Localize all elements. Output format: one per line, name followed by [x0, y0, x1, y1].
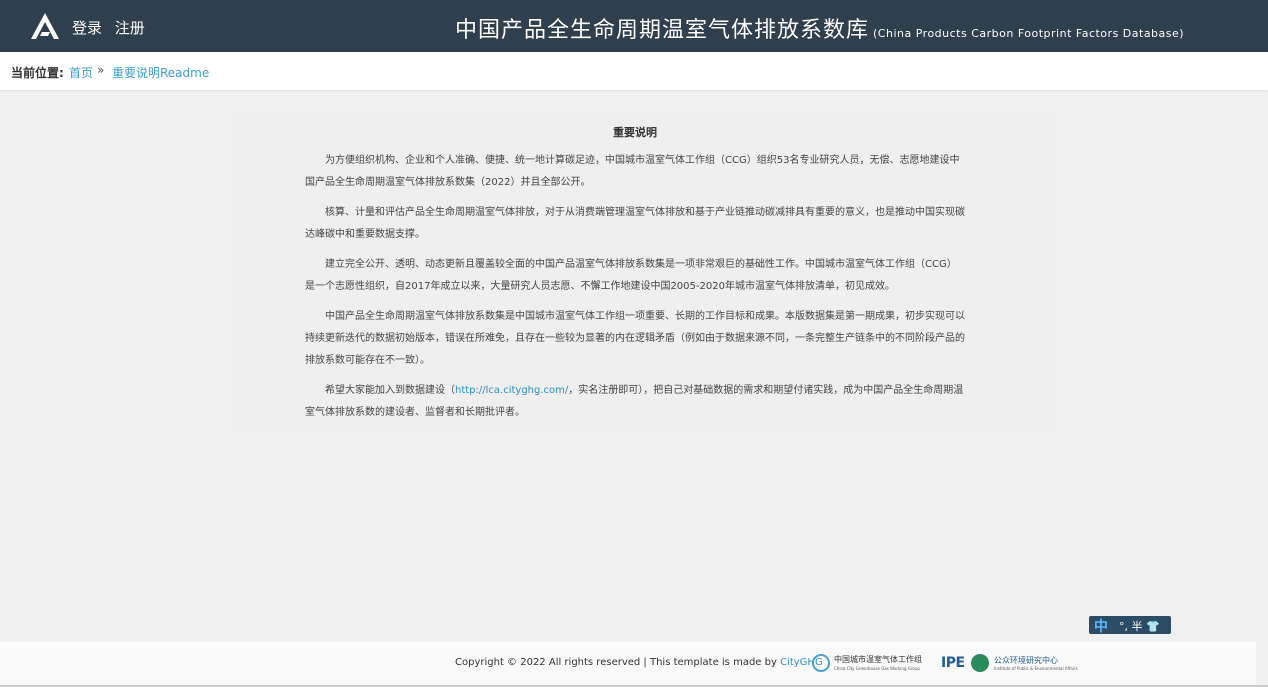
paragraph-1: 为方便组织机构、企业和个人准确、便捷、统一地计算碳足迹，中国城市温室气体工作组（…: [305, 155, 960, 188]
partner2-english-name: Institute of Public & Environmental Affa…: [994, 666, 1078, 671]
lca-link[interactable]: http://lca.cityghg.com/: [455, 385, 568, 396]
paragraph-2: 核算、计量和评估产品全生命周期温室气体排放，对于从消费端管理温室气体排放和基于产…: [305, 207, 965, 240]
top-header: 登录 注册 中国产品全生命周期温室气体排放系数库 (China Products …: [0, 0, 1268, 52]
site-title: 中国产品全生命周期温室气体排放系数库 (China Products Carbon…: [455, 12, 1184, 44]
ime-toolbar[interactable]: 中 °, 半 👕: [1089, 616, 1171, 636]
login-link[interactable]: 登录: [72, 19, 102, 37]
paragraph-3: 建立完全公开、透明、动态更新且覆盖较全面的中国产品温室气体排放系数集是一项非常艰…: [305, 259, 957, 292]
footer: Copyright © 2022 All rights reserved | T…: [0, 642, 1256, 687]
ipe-leaf-icon: [971, 654, 989, 672]
ccg-logo-icon[interactable]: [30, 12, 60, 40]
partner1-name: 中国城市温室气体工作组: [834, 655, 922, 664]
breadcrumb-home-link[interactable]: 首页: [69, 64, 93, 81]
auth-links: 登录 注册: [72, 17, 153, 38]
ime-options[interactable]: °, 半 👕: [1119, 618, 1160, 634]
copyright-label: Copyright © 2022 All rights reserved | T…: [455, 657, 781, 668]
register-link[interactable]: 注册: [115, 19, 145, 37]
breadcrumb-separator: »: [97, 63, 105, 77]
breadcrumb-label: 当前位置:: [11, 66, 64, 80]
site-subtitle: (China Products Carbon Footprint Factors…: [873, 27, 1185, 40]
paragraph-5: 希望大家能加入到数据建设（http://lca.cityghg.com/，实名注…: [305, 380, 965, 424]
partner2-name: 公众环境研究中心: [994, 656, 1058, 665]
site-title-text: 中国产品全生命周期温室气体排放系数库: [455, 18, 870, 43]
breadcrumb: 当前位置: 首页 » 重要说明Readme: [0, 52, 1268, 90]
right-scrollbar-corner: [1256, 642, 1268, 687]
copyright-text: Copyright © 2022 All rights reserved | T…: [455, 657, 823, 668]
partner1-english-name: China City Greenhouse Gas Working Group: [834, 666, 920, 671]
paragraph-5-start: 希望大家能加入到数据建设（: [325, 385, 455, 396]
ipe-logo-text: IPE: [941, 655, 965, 671]
readme-panel: 重要说明 为方便组织机构、企业和个人准确、便捷、统一地计算碳足迹，中国城市温室气…: [230, 112, 1054, 432]
readme-body: 为方便组织机构、企业和个人准确、便捷、统一地计算碳足迹，中国城市温室气体工作组（…: [305, 150, 965, 432]
breadcrumb-current-link[interactable]: 重要说明Readme: [112, 64, 209, 81]
ccg-circle-icon: [812, 654, 830, 672]
page-title: 重要说明: [613, 126, 657, 139]
ime-language-icon[interactable]: 中: [1094, 616, 1108, 636]
paragraph-4: 中国产品全生命周期温室气体排放系数集是中国城市温室气体工作组一项重要、长期的工作…: [305, 311, 965, 366]
